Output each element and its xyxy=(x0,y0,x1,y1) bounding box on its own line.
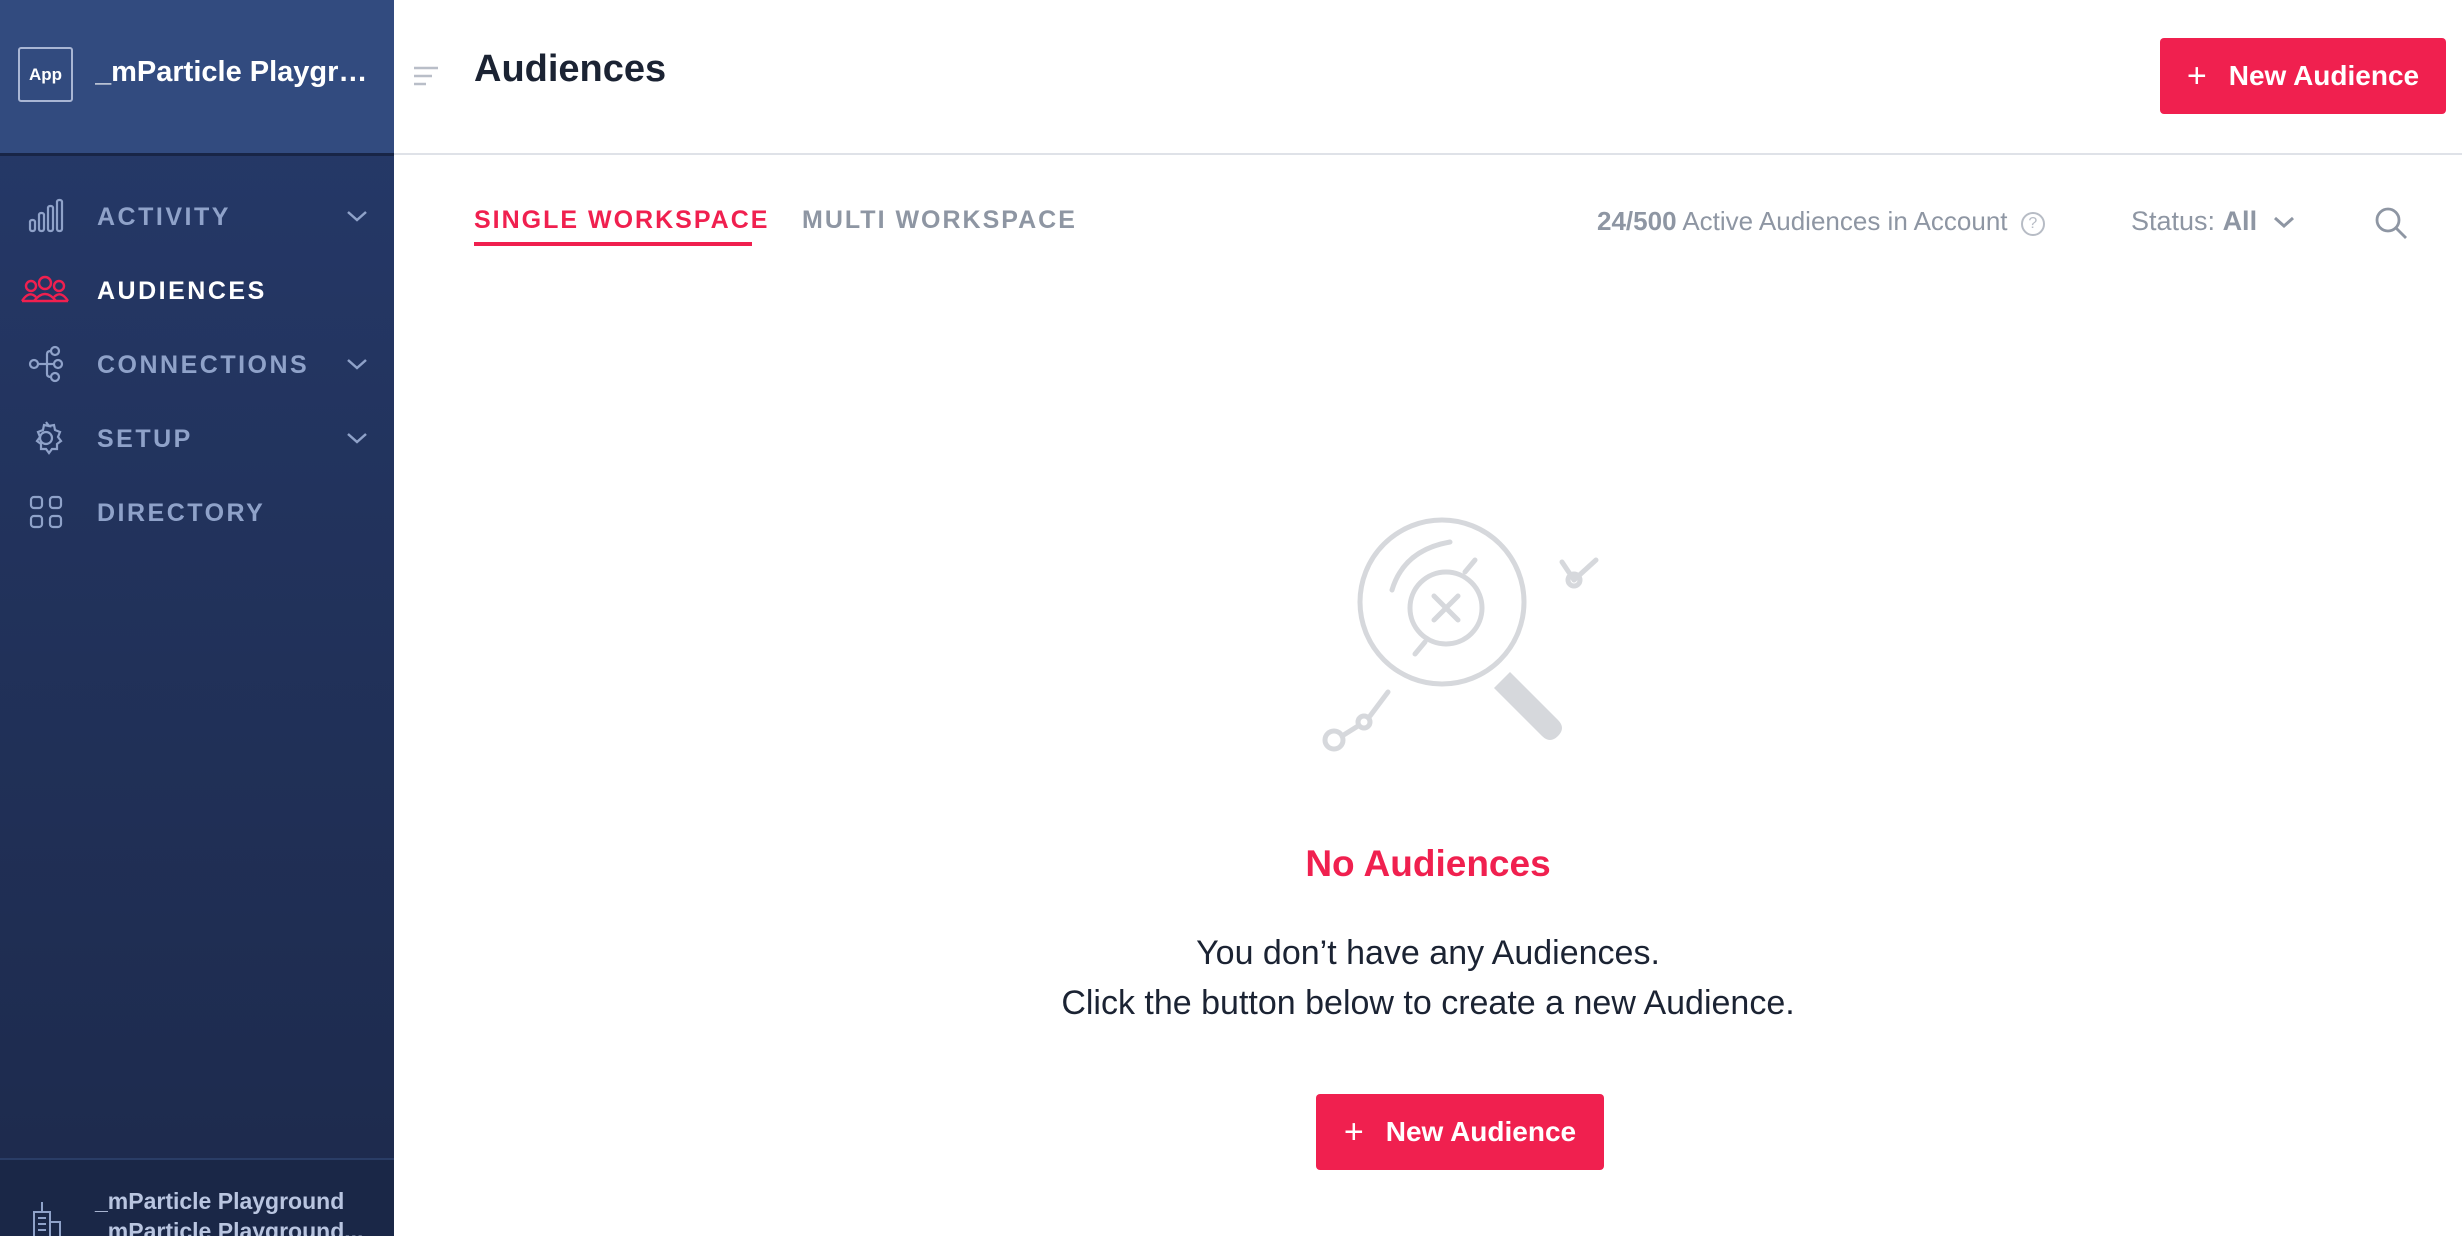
chevron-down-icon[interactable] xyxy=(344,354,370,374)
account-name: _mParticle Playground xyxy=(95,1188,345,1214)
new-audience-button[interactable]: + New Audience xyxy=(2160,38,2446,114)
count-value: 24/500 xyxy=(1597,206,1677,236)
plus-icon: + xyxy=(1343,1113,1364,1151)
sidebar-item-label: DIRECTORY xyxy=(97,499,266,527)
sidebar-item-connections[interactable]: CONNECTIONS xyxy=(0,328,394,402)
new-audience-empty-button-label: New Audience xyxy=(1385,1116,1577,1147)
sidebar-item-label: SETUP xyxy=(97,425,193,453)
tab-multi-workspace[interactable]: MULTI WORKSPACE xyxy=(802,206,1077,235)
sidebar-item-label: ACTIVITY xyxy=(97,203,231,231)
sidebar-item-directory[interactable]: DIRECTORY xyxy=(0,476,394,550)
sidebar-nav: ACTIVITY AUDIENCES CONNECTIONS SETUP DIR… xyxy=(0,180,394,550)
building-icon xyxy=(33,1202,61,1236)
empty-state-message: You don’t have any Audiences. xyxy=(1196,934,1660,972)
empty-state-title: No Audiences xyxy=(1305,843,1551,884)
status-label: Status: xyxy=(2131,206,2216,236)
sidebar-item-audiences[interactable]: AUDIENCES xyxy=(0,254,394,328)
empty-search-illustration-icon xyxy=(1322,517,1599,752)
tab-single-workspace[interactable]: SINGLE WORKSPACE xyxy=(474,206,769,235)
page-title: Audiences xyxy=(474,48,667,90)
grid-icon xyxy=(29,495,63,529)
account-subtitle: _mParticle Playground... xyxy=(95,1218,364,1236)
help-icon[interactable]: ? xyxy=(2020,212,2045,236)
new-audience-empty-button[interactable]: + New Audience xyxy=(1316,1094,1604,1170)
collapse-sidebar-icon[interactable] xyxy=(410,62,442,90)
chevron-down-icon[interactable] xyxy=(344,206,370,226)
connections-icon xyxy=(28,345,64,383)
active-tab-indicator xyxy=(474,242,752,246)
users-icon xyxy=(20,275,70,303)
status-value: All xyxy=(2222,206,2258,236)
sidebar-item-setup[interactable]: SETUP xyxy=(0,402,394,476)
sidebar: App _mParticle Playgro... ACTIVITY AUDIE… xyxy=(0,0,394,1236)
search-icon[interactable] xyxy=(2372,204,2410,242)
plus-icon: + xyxy=(2186,57,2207,95)
app-badge: App xyxy=(18,47,73,102)
app-switcher[interactable]: App _mParticle Playgro... xyxy=(0,0,394,156)
sidebar-item-activity[interactable]: ACTIVITY xyxy=(0,180,394,254)
sidebar-item-label: CONNECTIONS xyxy=(97,351,310,379)
chevron-down-icon[interactable] xyxy=(344,428,370,448)
chevron-down-icon xyxy=(2273,216,2294,229)
sidebar-item-label: AUDIENCES xyxy=(97,277,267,305)
gear-icon xyxy=(35,421,63,455)
app-name[interactable]: _mParticle Playgro... xyxy=(95,56,370,89)
new-audience-button-label: New Audience xyxy=(2228,60,2420,91)
bar-chart-icon xyxy=(28,198,64,233)
count-label: Active Audiences in Account xyxy=(1682,206,2008,236)
status-filter-dropdown[interactable]: Status: All xyxy=(2131,206,2297,237)
account-switcher[interactable]: _mParticle Playground _mParticle Playgro… xyxy=(0,1158,394,1236)
empty-state-instruction: Click the button below to create a new A… xyxy=(1061,984,1795,1022)
active-audiences-count: 24/500 Active Audiences in Account ? xyxy=(1597,206,2045,237)
page-header: Audiences + New Audience xyxy=(394,0,2462,155)
